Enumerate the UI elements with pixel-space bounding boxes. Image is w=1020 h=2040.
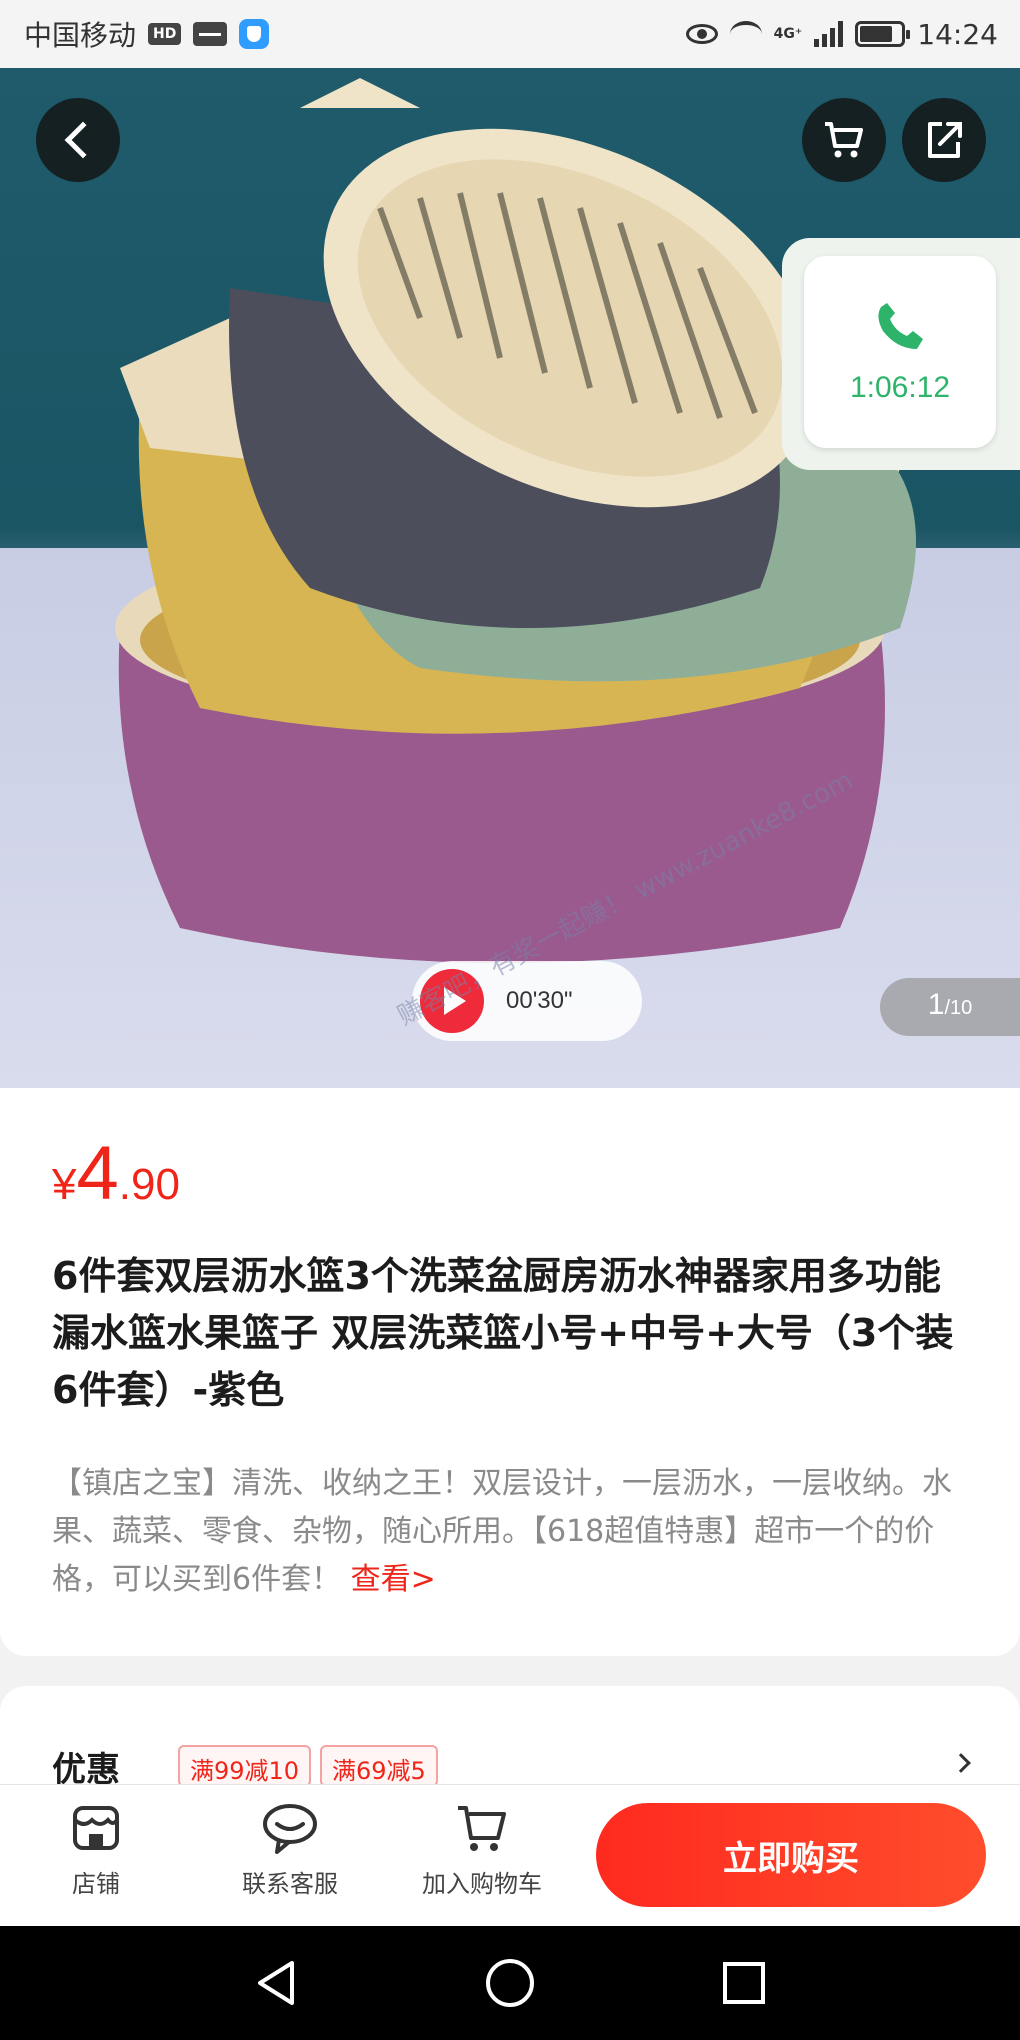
chat-smile-icon [263,1804,317,1854]
wifi-icon [729,21,762,47]
nav-home-icon[interactable] [484,1957,536,2009]
share-button[interactable] [902,98,986,182]
view-more-link[interactable]: 查看> [351,1562,436,1597]
add-to-cart-button[interactable]: 加入购物车 [402,1802,562,1899]
eye-icon [685,24,718,44]
price-symbol: ¥ [52,1160,77,1209]
system-nav-bar [0,1926,1020,2040]
clock: 14:24 [917,17,998,51]
add-cart-label: 加入购物车 [422,1870,542,1898]
cart-button[interactable] [802,98,886,182]
back-icon [64,121,102,159]
status-right: 4G⁺ 14:24 [685,17,998,51]
customer-service-button[interactable]: 联系客服 [210,1802,370,1899]
nav-back-icon[interactable] [252,1957,300,2009]
shop-label: 店铺 [72,1870,120,1898]
network-type: 4G⁺ [773,26,803,42]
buy-now-button[interactable]: 立即购买 [596,1803,986,1907]
coupon-tag[interactable]: 满99减10 [178,1745,312,1787]
status-left: 中国移动 HD [24,14,270,54]
description-text: 【镇店之宝】清洗、收纳之王！双层设计，一层沥水，一层收纳。水果、蔬菜、零食、杂物… [52,1466,952,1597]
price: ¥ 4 .90 [52,1130,180,1217]
phone-icon [878,303,923,349]
nav-recent-icon[interactable] [720,1959,768,2007]
shop-button[interactable]: 店铺 [16,1802,176,1899]
video-duration: 00'30" [506,987,573,1014]
service-label: 联系客服 [242,1870,338,1898]
call-card[interactable]: 1:06:12 [804,256,996,448]
shield-app-icon [239,19,270,49]
status-bar: 中国移动 HD 4G⁺ 14:24 [0,0,1020,68]
share-icon [928,122,962,158]
signal-icon [814,21,844,47]
battery-icon [855,21,911,47]
image-page-indicator: 1 /10 [880,978,1020,1036]
cart-icon [458,1806,506,1851]
call-timer: 1:06:12 [849,371,951,404]
hd-icon: HD [148,23,182,45]
call-float-widget[interactable]: 1:06:12 [782,238,1020,470]
price-integer: 4 [76,1131,119,1216]
coupon-tag[interactable]: 满69减5 [320,1745,438,1787]
product-title: 6件套双层沥水篮3个洗菜盆厨房沥水神器家用多功能漏水篮水果篮子 双层洗菜篮小号+… [52,1254,954,1412]
activity-icon [193,22,228,46]
carrier-label: 中国移动 [24,19,137,52]
price-decimal: .90 [118,1160,180,1209]
back-button[interactable] [36,98,120,182]
product-description: 【镇店之宝】清洗、收纳之王！双层设计，一层沥水，一层收纳。水果、蔬菜、零食、杂物… [52,1460,982,1604]
page-total: /10 [944,997,973,1019]
page-current: 1 [927,988,945,1021]
cart-icon [825,122,863,158]
shop-icon [73,1806,119,1850]
